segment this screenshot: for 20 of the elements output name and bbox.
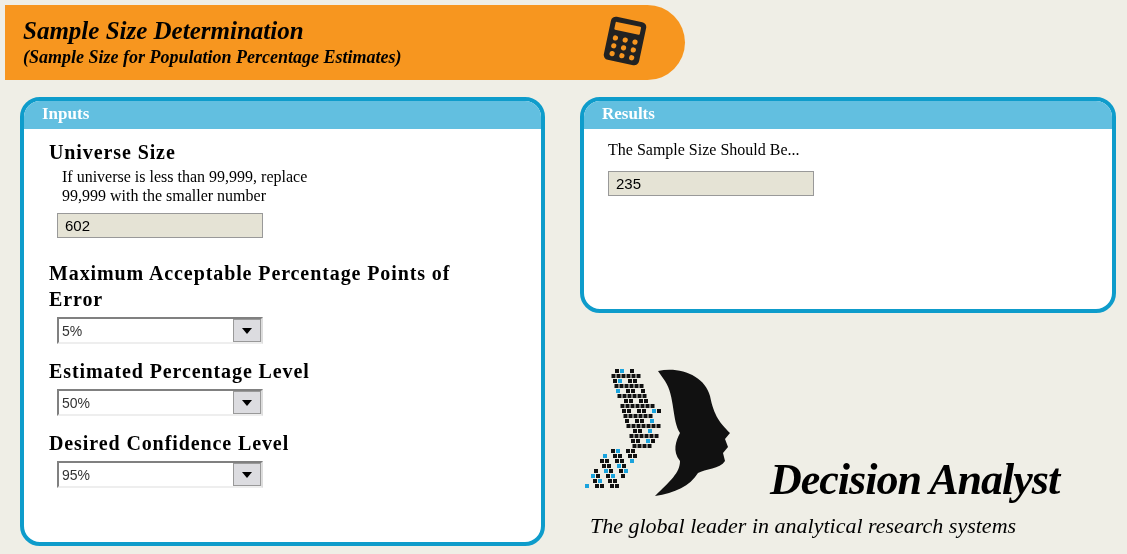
result-label: The Sample Size Should Be... — [608, 141, 801, 159]
caret-icon — [242, 399, 252, 406]
caret-icon — [242, 471, 252, 478]
result-field: 235 — [608, 171, 814, 196]
dropdown[interactable]: 95% — [57, 461, 263, 488]
page-title: Sample Size Determination — [23, 16, 305, 45]
dropdown[interactable]: 50% — [57, 389, 263, 416]
field-label: Estimated Percentage Level — [49, 359, 311, 384]
logo-tagline: The global leader in analytical research systems — [590, 513, 1018, 539]
field-label: Desired Confidence Level — [49, 431, 291, 456]
page-subtitle: (Sample Size for Population Percentage Estimates) — [23, 45, 403, 69]
caret-icon — [242, 327, 252, 334]
panel-title: Results — [584, 101, 1112, 129]
panel-title: Inputs — [24, 101, 541, 129]
field-label: Universe Size — [49, 140, 177, 165]
field-label: Maximum Acceptable Percentage Points of Error — [49, 261, 452, 312]
input-field[interactable]: 602 — [57, 213, 263, 238]
hint-text: If universe is less than 99,999, replace 99,999 with the smaller number — [62, 167, 309, 205]
dropdown[interactable]: 5% — [57, 317, 263, 344]
logo-text: Decision Analyst — [770, 454, 1060, 505]
